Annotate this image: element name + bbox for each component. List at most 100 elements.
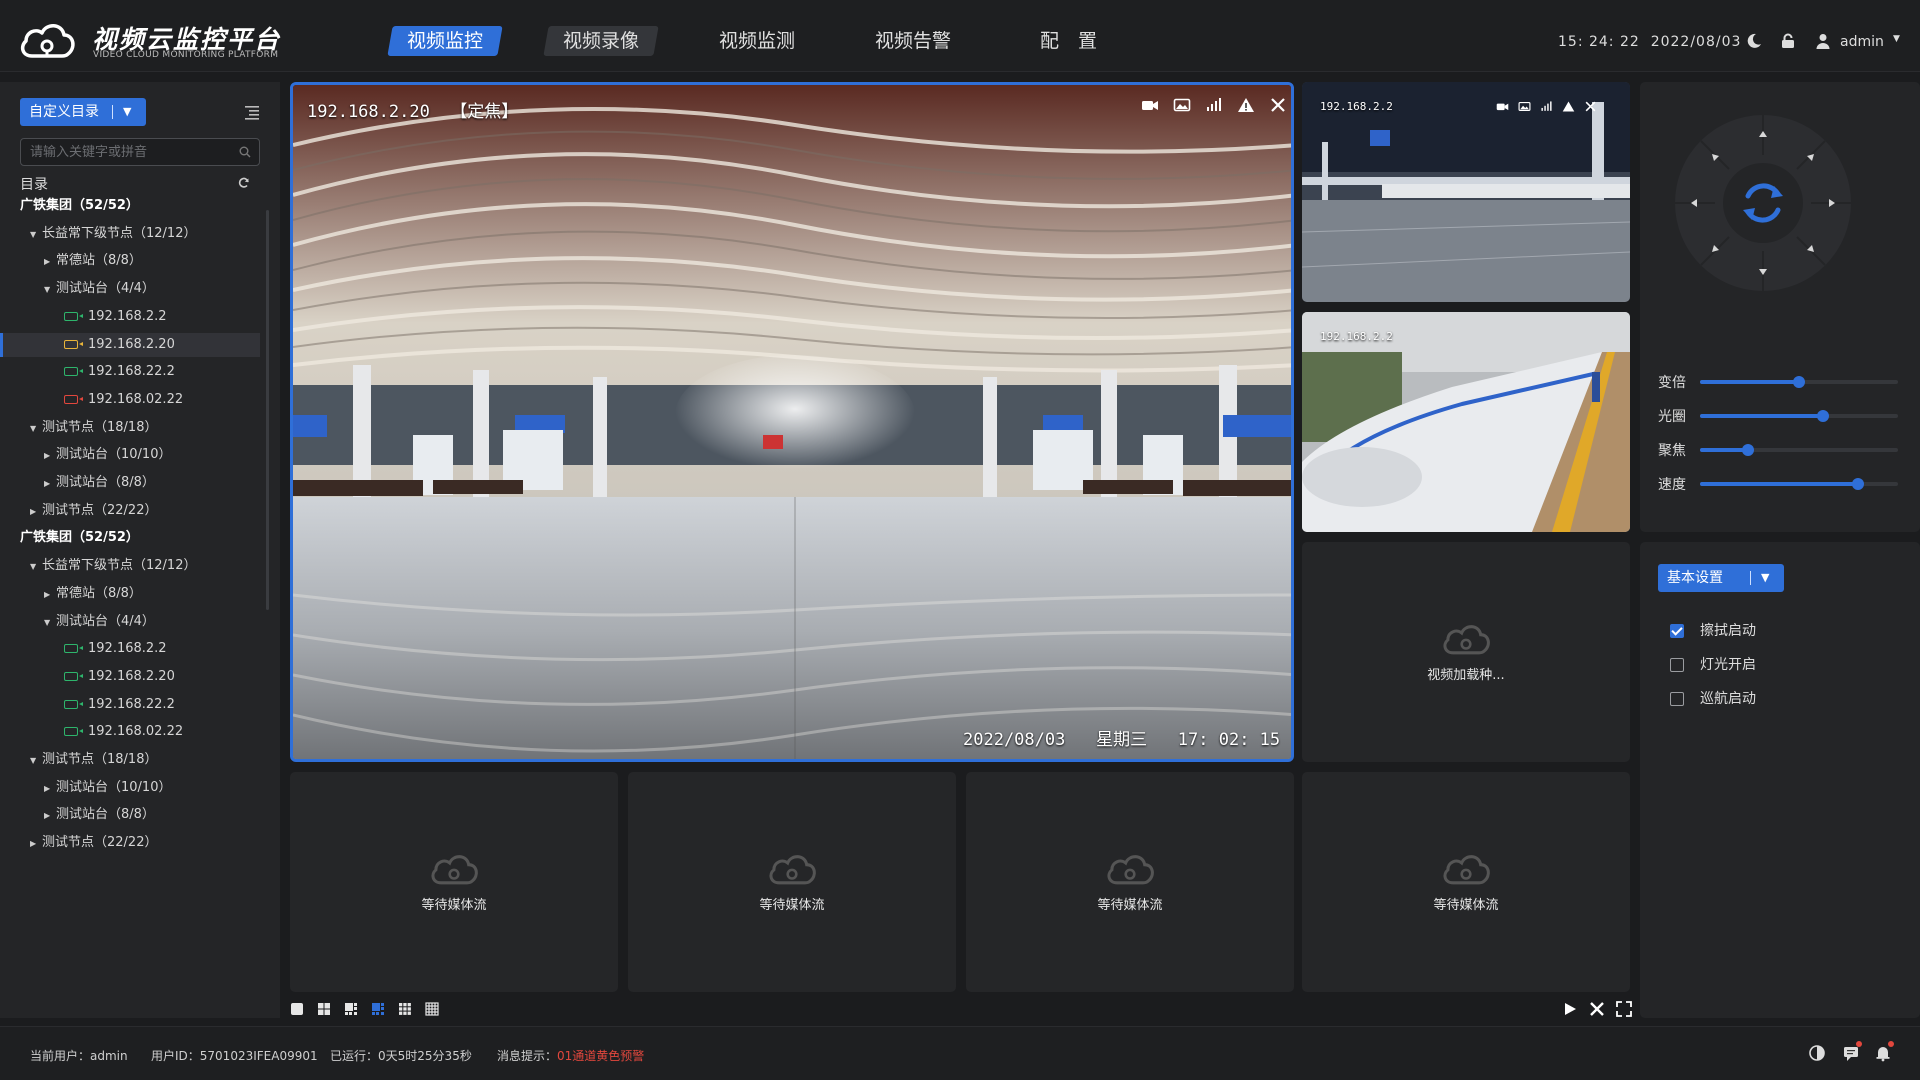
slider-track[interactable]	[1700, 376, 1898, 388]
refresh-icon[interactable]	[238, 177, 250, 189]
tree-camera-item[interactable]: 192.168.2.2	[0, 637, 260, 661]
user-menu-caret-icon[interactable]: ▼	[1893, 34, 1900, 44]
layout-1plus5-icon[interactable]	[344, 1002, 358, 1016]
custom-directory-dropdown[interactable]: 自定义目录 ▼	[20, 98, 146, 126]
tree-node-item[interactable]: ▶ 常德站（8/8）	[0, 582, 260, 606]
tree-scrollbar[interactable]	[266, 210, 269, 610]
tree-node-item[interactable]: ▼ 长益常下级节点（12/12）	[0, 222, 260, 246]
volume-icon[interactable]	[1808, 1044, 1826, 1062]
tree-node-item[interactable]: 广铁集团（52/52）	[0, 526, 260, 550]
video-thumb-platform[interactable]: 192.168.2.2	[1302, 82, 1630, 302]
tree-camera-item[interactable]: 192.168.2.20	[0, 332, 260, 357]
tab-video-record[interactable]: 视频录像	[543, 26, 659, 56]
fullscreen-icon[interactable]	[1616, 1001, 1632, 1017]
tree-camera-item[interactable]: 192.168.02.22	[0, 720, 260, 744]
video-tile-waiting[interactable]: 等待媒体流	[1302, 772, 1630, 992]
tree-camera-item[interactable]: 192.168.2.2	[0, 305, 260, 329]
tab-video-alarm[interactable]: 视频告警	[855, 26, 970, 56]
tree-camera-item[interactable]: 192.168.2.20	[0, 665, 260, 689]
video-thumb-train[interactable]: 192.168.2.2	[1302, 312, 1630, 532]
alert-warning-icon[interactable]	[1562, 100, 1575, 113]
video-tile-waiting[interactable]: 等待媒体流	[290, 772, 618, 992]
slider-handle[interactable]	[1793, 376, 1805, 388]
video-tile-waiting[interactable]: 等待媒体流	[966, 772, 1294, 992]
slider-handle[interactable]	[1741, 444, 1754, 456]
settings-checkbox-row[interactable]: 灯光开启	[1670, 654, 1756, 674]
settings-checkbox-row[interactable]: 擦拭启动	[1670, 620, 1756, 640]
search-icon[interactable]	[239, 146, 251, 158]
layout-3x3-icon[interactable]	[398, 1002, 412, 1016]
signal-strength-icon[interactable]	[1540, 100, 1553, 113]
search-field[interactable]	[20, 138, 260, 166]
caret-right-icon[interactable]: ▶	[44, 777, 56, 801]
checkbox[interactable]	[1670, 658, 1684, 672]
record-camera-icon[interactable]	[1141, 96, 1159, 114]
layout-2x2-icon[interactable]	[317, 1002, 331, 1016]
alert-warning-icon[interactable]	[1237, 96, 1255, 114]
status-current-user: 当前用户：admin	[30, 1049, 128, 1063]
record-camera-icon[interactable]	[1496, 100, 1509, 113]
layout-1plus7-icon[interactable]	[371, 1002, 385, 1016]
caret-right-icon[interactable]: ▶	[44, 472, 56, 496]
tree-node-item[interactable]: ▶ 测试节点（22/22）	[0, 499, 260, 523]
tree-node-item[interactable]: ▶ 测试站台（8/8）	[0, 471, 260, 495]
tree-node-item[interactable]: ▶ 测试站台（10/10）	[0, 776, 260, 800]
tree-node-item[interactable]: ▼ 测试站台（4/4）	[0, 277, 260, 301]
main-video-player[interactable]: 192.168.2.20 【定焦】 2022/08/03 星期三 17: 02:…	[290, 82, 1294, 762]
tree-camera-item[interactable]: 192.168.22.2	[0, 693, 260, 717]
current-user-name[interactable]: admin	[1840, 34, 1884, 50]
layout-4x4-icon[interactable]	[425, 1002, 439, 1016]
tree-node-item[interactable]: ▶ 测试站台（8/8）	[0, 803, 260, 827]
slider-handle[interactable]	[1816, 410, 1829, 422]
lock-icon[interactable]	[1779, 32, 1797, 50]
caret-right-icon[interactable]: ▶	[44, 444, 56, 468]
caret-down-icon[interactable]: ▼	[44, 278, 56, 302]
tree-node-item[interactable]: ▼ 测试站台（4/4）	[0, 610, 260, 634]
basic-settings-dropdown[interactable]: 基本设置 ▼	[1658, 564, 1784, 592]
checkbox[interactable]	[1670, 692, 1684, 706]
caret-down-icon[interactable]: ▼	[30, 555, 42, 579]
layout-1x1-icon[interactable]	[290, 1002, 304, 1016]
caret-right-icon[interactable]: ▶	[30, 500, 42, 524]
tab-video-monitor[interactable]: 视频监控	[387, 26, 503, 56]
caret-down-icon[interactable]: ▼	[30, 223, 42, 247]
list-collapse-icon[interactable]	[244, 104, 260, 120]
tree-node-item[interactable]: ▶ 测试节点（22/22）	[0, 831, 260, 855]
caret-down-icon[interactable]: ▼	[30, 417, 42, 441]
tree-node-item[interactable]: ▶ 测试站台（10/10）	[0, 443, 260, 467]
slider-handle[interactable]	[1852, 478, 1865, 490]
snapshot-image-icon[interactable]	[1518, 100, 1531, 113]
ptz-direction-pad[interactable]	[1672, 112, 1854, 294]
tree-node-item[interactable]: ▼ 测试节点（18/18）	[0, 748, 260, 772]
video-tile-waiting[interactable]: 等待媒体流	[628, 772, 956, 992]
caret-down-icon[interactable]: ▼	[44, 611, 56, 635]
caret-right-icon[interactable]: ▶	[44, 250, 56, 274]
caret-down-icon[interactable]: ▼	[30, 749, 42, 773]
close-icon[interactable]	[1584, 100, 1597, 113]
video-tile-loading[interactable]: 视频加载种...	[1302, 542, 1630, 762]
moon-icon[interactable]	[1745, 32, 1763, 50]
tree-camera-item[interactable]: 192.168.02.22	[0, 388, 260, 412]
play-icon[interactable]	[1562, 1001, 1578, 1017]
close-icon[interactable]	[1269, 96, 1287, 114]
caret-right-icon[interactable]: ▶	[44, 804, 56, 828]
tree-node-item[interactable]: ▼ 长益常下级节点（12/12）	[0, 554, 260, 578]
settings-checkbox-row[interactable]: 巡航启动	[1670, 688, 1756, 708]
tree-node-item[interactable]: ▼ 测试节点（18/18）	[0, 416, 260, 440]
signal-strength-icon[interactable]	[1205, 96, 1223, 114]
caret-right-icon[interactable]: ▶	[44, 583, 56, 607]
close-all-icon[interactable]	[1589, 1001, 1605, 1017]
tree-node-item[interactable]: 广铁集团（52/52）	[0, 194, 260, 218]
slider-track[interactable]	[1700, 444, 1898, 456]
checkbox[interactable]	[1670, 624, 1684, 638]
tab-config[interactable]: 配 置	[1011, 26, 1126, 56]
search-input[interactable]	[21, 139, 221, 165]
caret-right-icon[interactable]: ▶	[30, 832, 42, 856]
snapshot-image-icon[interactable]	[1173, 96, 1191, 114]
status-message[interactable]: 消息提示：01通道黄色预警	[497, 1047, 644, 1064]
tree-camera-item[interactable]: 192.168.22.2	[0, 360, 260, 384]
tab-video-detect[interactable]: 视频监测	[699, 26, 814, 56]
slider-track[interactable]	[1700, 478, 1898, 490]
tree-node-item[interactable]: ▶ 常德站（8/8）	[0, 249, 260, 273]
slider-track[interactable]	[1700, 410, 1898, 422]
